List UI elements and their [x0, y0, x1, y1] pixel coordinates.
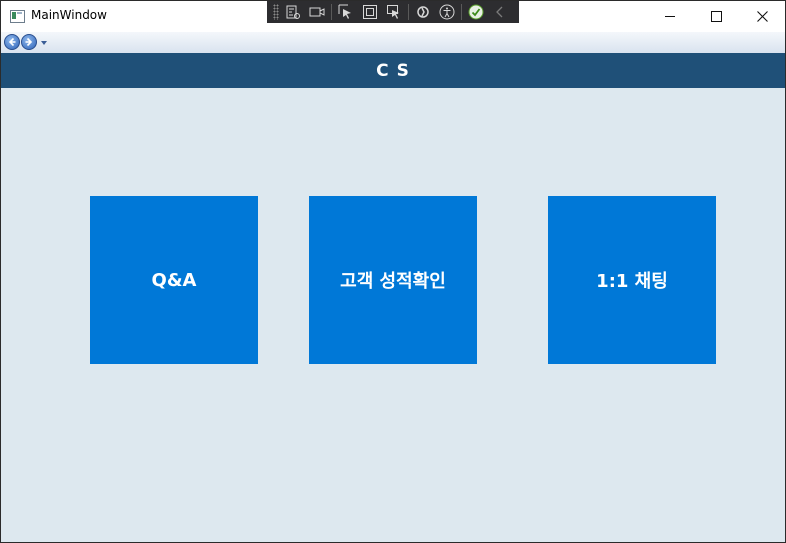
forward-button[interactable]: [21, 34, 37, 50]
forward-icon: [25, 37, 33, 47]
toolbar-separator: [331, 4, 332, 20]
tile-label: Q&A: [151, 269, 197, 291]
history-dropdown-icon[interactable]: [41, 41, 47, 45]
back-icon: [8, 37, 16, 47]
display-layout-adorners-icon[interactable]: [360, 3, 380, 21]
debug-toolbar: [267, 1, 519, 23]
minimize-icon: [665, 16, 675, 17]
page-title: C S: [376, 60, 410, 81]
app-icon: [10, 10, 25, 23]
binding-ok-icon[interactable]: [466, 3, 486, 21]
tile-label: 1:1 채팅: [596, 271, 668, 292]
live-visual-tree-icon[interactable]: [283, 3, 303, 21]
select-element-icon[interactable]: [336, 3, 356, 21]
collapse-icon[interactable]: [490, 3, 510, 21]
camera-icon[interactable]: [307, 3, 327, 21]
maximize-icon: [710, 11, 722, 22]
hot-reload-icon[interactable]: [413, 3, 433, 21]
main-window: MainWindow C S Q&A 고객 성적확인 1:1 채팅: [0, 0, 786, 543]
accessibility-icon[interactable]: [437, 3, 457, 21]
page-header: C S: [1, 53, 785, 88]
chat-tile-button[interactable]: 1:1 채팅: [548, 196, 716, 364]
toolbar-separator: [408, 4, 409, 20]
tile-label: 고객 성적확인: [340, 271, 446, 292]
qna-tile-button[interactable]: Q&A: [90, 196, 258, 364]
close-button[interactable]: [739, 1, 785, 32]
window-title: MainWindow: [31, 8, 107, 22]
toolbar-separator: [461, 4, 462, 20]
customer-grade-tile-button[interactable]: 고객 성적확인: [309, 196, 477, 364]
toolbar-grip[interactable]: [273, 4, 279, 20]
minimize-button[interactable]: [647, 1, 693, 32]
maximize-button[interactable]: [693, 1, 739, 32]
close-icon: [756, 11, 768, 22]
back-button[interactable]: [4, 34, 20, 50]
navigation-bar: [1, 32, 785, 53]
track-focus-icon[interactable]: [384, 3, 404, 21]
